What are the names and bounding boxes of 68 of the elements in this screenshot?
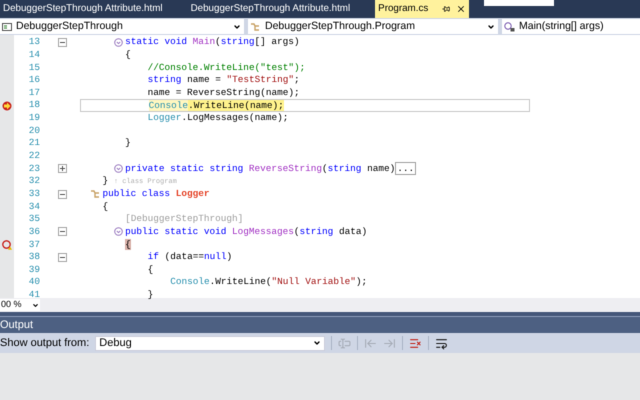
dropdown-caret-icon [32, 302, 39, 308]
code-line: name = ReverseString(name); [148, 86, 300, 99]
code-line: string name = "TestString"; [148, 74, 300, 86]
line-number: 38 [28, 250, 40, 264]
code-line: if (data==null) [148, 251, 232, 264]
line-number: 14 [28, 48, 40, 62]
output-title: Output [0, 318, 34, 333]
line-number: 37 [28, 238, 40, 252]
method-icon [114, 227, 124, 236]
collapse-icon[interactable] [58, 227, 67, 236]
line-number: 40 [28, 275, 40, 290]
class-icon [90, 189, 101, 199]
navigation-dropdown[interactable]: Main(string[] args) [502, 19, 640, 34]
clear-all-icon[interactable] [409, 336, 422, 350]
code-line: } [125, 137, 131, 150]
line-number: 19 [28, 111, 40, 126]
code-line: Console.WriteLine(name); [148, 100, 284, 112]
expand-icon[interactable] [58, 164, 67, 174]
line-number: 34 [28, 200, 40, 214]
line-number: 39 [28, 262, 40, 277]
dropdown-caret-icon [233, 22, 241, 30]
line-number: 17 [28, 86, 40, 100]
code-line: { [125, 48, 131, 61]
line-number: 15 [28, 60, 40, 75]
line-number: 13 [28, 35, 40, 50]
line-number: 18 [28, 98, 40, 112]
code-line: private static string ReverseString(string name) ... [125, 162, 416, 175]
line-number: 16 [28, 73, 40, 88]
code-line: { [148, 264, 154, 276]
project-icon [2, 22, 12, 32]
line-number: 33 [28, 186, 40, 201]
output-source-label: Show output from: [0, 336, 90, 351]
code-line: { [102, 200, 108, 213]
code-line: //Console.WriteLine("test"); [148, 62, 306, 74]
document-tab[interactable]: DebuggerStepThrough Attribute.html [188, 0, 354, 18]
collapse-icon[interactable] [58, 252, 67, 262]
method-icon [504, 22, 515, 32]
line-number: 35 [28, 212, 40, 226]
document-tab[interactable]: DebuggerStepThrough Attribute.html [0, 0, 166, 18]
collapse-icon[interactable] [58, 190, 67, 198]
dropdown-caret-icon [313, 339, 322, 347]
method-icon [114, 164, 124, 174]
navigation-dropdown[interactable]: DebuggerStepThrough [0, 19, 244, 34]
zoom-dropdown[interactable]: 00 % [0, 299, 40, 311]
code-line: [DebuggerStepThrough] [125, 213, 244, 226]
line-number: 23 [28, 162, 40, 176]
line-number: 36 [28, 224, 40, 239]
close-icon[interactable] [456, 4, 466, 14]
code-line: public static void LogMessages(string data) [125, 226, 368, 238]
navigation-dropdown[interactable]: DebuggerStepThrough.Program [248, 19, 498, 34]
line-number: 21 [28, 136, 40, 150]
line-number: 32 [28, 174, 40, 188]
output-source-dropdown[interactable]: Debug [95, 336, 326, 350]
pin-icon[interactable] [442, 5, 450, 13]
class-icon [250, 22, 261, 32]
method-icon [114, 38, 124, 47]
collapse-icon[interactable] [58, 38, 67, 47]
line-number: 22 [28, 149, 40, 164]
code-line: } [148, 289, 154, 302]
dropdown-caret-icon [487, 22, 495, 30]
quick-launch-field[interactable] [484, 0, 554, 6]
line-number: 20 [28, 124, 40, 138]
code-line: Console.WriteLine("Null Variable"); [170, 276, 368, 288]
word-wrap-icon[interactable] [435, 336, 448, 350]
document-tab[interactable]: Program.cs [375, 0, 470, 18]
code-line: public class Logger [102, 188, 210, 200]
code-line: Logger.LogMessages(name); [148, 112, 288, 124]
code-line: static void Main(string[] args) [125, 36, 300, 48]
